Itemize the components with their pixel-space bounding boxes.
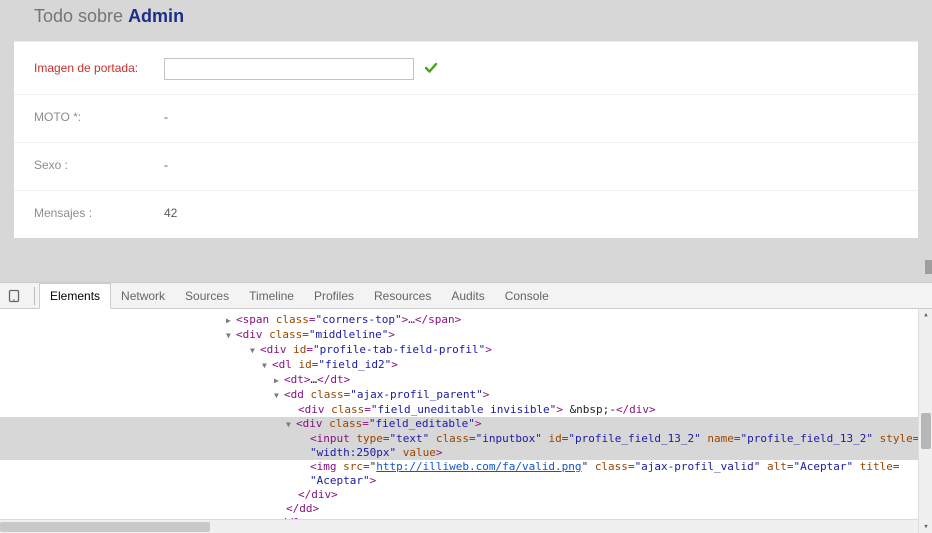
cover-input[interactable]	[164, 58, 414, 80]
tab-separator	[34, 287, 35, 305]
field-msgs-label: Mensajes :	[34, 203, 164, 220]
field-moto-value: -	[164, 107, 168, 124]
expand-arrow-icon[interactable]	[226, 328, 236, 343]
field-sexo: Sexo : -	[14, 142, 918, 190]
expand-arrow-icon[interactable]	[262, 358, 272, 373]
field-sexo-value: -	[164, 155, 168, 172]
page-title: Todo sobre Admin	[0, 0, 932, 41]
field-msgs: Mensajes : 42	[14, 190, 918, 238]
tab-elements[interactable]: Elements	[39, 283, 111, 309]
field-cover-label: Imagen de portada:	[34, 58, 164, 75]
scrollbar-thumb[interactable]	[921, 413, 931, 449]
tab-resources[interactable]: Resources	[364, 284, 441, 308]
field-sexo-label: Sexo :	[34, 155, 164, 172]
title-prefix: Todo sobre	[34, 6, 128, 26]
tab-audits[interactable]: Audits	[441, 284, 494, 308]
expand-arrow-icon[interactable]	[286, 417, 296, 432]
devtools-panel: Elements Network Sources Timeline Profil…	[0, 282, 932, 533]
devtools-scrollbar-horizontal[interactable]	[0, 519, 918, 533]
scrollbar-thumb[interactable]	[0, 522, 210, 532]
tab-console[interactable]: Console	[495, 284, 559, 308]
field-cover-value-wrap	[164, 58, 438, 80]
expand-arrow-icon[interactable]	[226, 313, 236, 328]
tab-sources[interactable]: Sources	[175, 284, 239, 308]
devtools-tabs: Elements Network Sources Timeline Profil…	[0, 283, 932, 309]
devtools-scrollbar-vertical[interactable]: ▴ ▾	[918, 309, 932, 533]
expand-arrow-icon[interactable]	[250, 343, 260, 358]
field-moto: MOTO *: -	[14, 94, 918, 142]
expand-arrow-icon[interactable]	[274, 388, 284, 403]
profile-card: Imagen de portada: MOTO *: - Sexo : - Me…	[14, 41, 918, 238]
field-cover: Imagen de portada:	[14, 46, 918, 94]
device-toggle-icon[interactable]	[6, 288, 22, 304]
field-msgs-value: 42	[164, 203, 177, 220]
scroll-down-icon[interactable]: ▾	[921, 521, 931, 533]
title-username: Admin	[128, 6, 184, 26]
field-moto-label: MOTO *:	[34, 107, 164, 124]
tab-timeline[interactable]: Timeline	[239, 284, 304, 308]
page-scrollbar-thumb[interactable]	[925, 260, 932, 274]
scroll-up-icon[interactable]: ▴	[921, 309, 931, 321]
selected-node[interactable]: <div class="field_editable">	[0, 417, 932, 432]
tab-network[interactable]: Network	[111, 284, 175, 308]
devtools-elements-tree[interactable]: <span class="corners-top">…</span> <div …	[0, 309, 932, 533]
valid-icon[interactable]	[424, 61, 438, 78]
tab-profiles[interactable]: Profiles	[304, 284, 364, 308]
expand-arrow-icon[interactable]	[274, 373, 284, 388]
